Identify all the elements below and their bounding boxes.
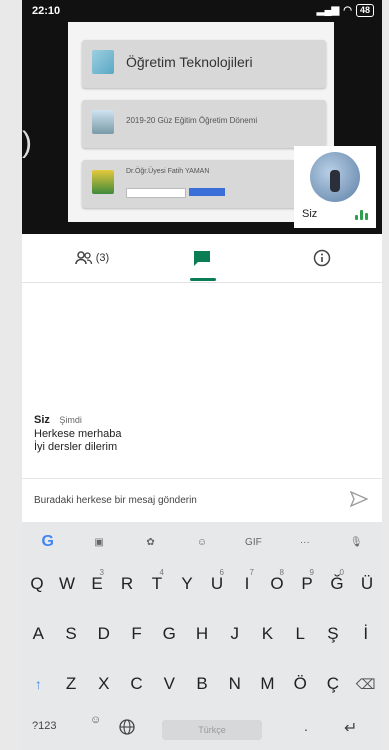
key[interactable]: T4 xyxy=(144,566,170,602)
globe-icon[interactable] xyxy=(118,718,136,736)
key[interactable]: Y xyxy=(174,566,200,602)
period-key[interactable]: . xyxy=(304,718,308,734)
chat-message: Siz Şimdi Herkese merhaba İyi dersler di… xyxy=(34,410,121,454)
key[interactable]: L xyxy=(286,616,315,652)
key[interactable]: C xyxy=(122,666,151,702)
key[interactable]: A xyxy=(24,616,53,652)
key[interactable]: U6 xyxy=(204,566,230,602)
message-composer xyxy=(22,478,382,519)
key[interactable]: F xyxy=(122,616,151,652)
self-video-tile[interactable]: Siz xyxy=(294,146,376,228)
key[interactable]: Z xyxy=(57,666,86,702)
key[interactable]: M xyxy=(253,666,282,702)
key[interactable]: X xyxy=(89,666,118,702)
slide-card-1: Öğretim Teknolojileri xyxy=(82,40,326,88)
message-input[interactable] xyxy=(32,489,336,511)
status-bar: 22:10 ▂▄▆ ◠ 48 xyxy=(22,0,382,22)
soft-keyboard: G ▣ ✿ ☺ GIF ··· 🎙 Q W E3 R T4 Y U6 I7 O8… xyxy=(22,522,382,750)
people-icon xyxy=(75,251,92,265)
slide-input xyxy=(126,188,186,198)
more-options-icon[interactable]: ··· xyxy=(291,537,319,548)
slide-card-label: Öğretim Teknolojileri xyxy=(126,54,253,70)
status-time: 22:10 xyxy=(32,5,61,17)
key[interactable]: Q xyxy=(24,566,50,602)
key-row-2: A S D F G H J K L Ş İ xyxy=(22,616,382,652)
key[interactable]: W xyxy=(54,566,80,602)
space-key[interactable]: Türkçe xyxy=(162,720,262,740)
wifi-icon: ◠ xyxy=(343,5,352,16)
backspace-icon[interactable]: ⌫ xyxy=(351,666,380,702)
key[interactable]: Ç xyxy=(319,666,348,702)
slide-card-label: 2019-20 Güz Eğitim Öğretim Dönemi xyxy=(126,116,258,125)
google-icon[interactable]: G xyxy=(34,533,62,551)
message-line: İyi dersler dilerim xyxy=(34,441,118,453)
key[interactable]: G xyxy=(155,616,184,652)
shift-icon[interactable]: ↑ xyxy=(24,666,53,702)
mic-icon[interactable]: 🎙 xyxy=(342,537,370,548)
slide-button xyxy=(189,188,225,196)
key[interactable]: N xyxy=(220,666,249,702)
enter-icon[interactable]: ↵ xyxy=(344,718,357,738)
message-time: Şimdi xyxy=(59,415,82,425)
key[interactable]: E3 xyxy=(84,566,110,602)
key[interactable]: P9 xyxy=(294,566,320,602)
key-row-bottom: ?123 ☺ Türkçe . ↵ xyxy=(22,714,382,750)
key[interactable]: J xyxy=(220,616,249,652)
presentation-view: 22:10 ▂▄▆ ◠ 48 ) Öğretim Teknolojileri 2… xyxy=(22,0,382,234)
key[interactable]: K xyxy=(253,616,282,652)
active-tab-indicator xyxy=(190,278,216,281)
palette-icon[interactable]: ✿ xyxy=(137,537,165,548)
key-row-3: ↑ Z X C V B N M Ö Ç ⌫ xyxy=(22,666,382,702)
key[interactable]: V xyxy=(155,666,184,702)
message-sender: Siz xyxy=(34,414,50,426)
info-icon xyxy=(313,249,331,267)
chat-panel: Siz Şimdi Herkese merhaba İyi dersler di… xyxy=(22,283,382,473)
send-icon[interactable] xyxy=(350,491,368,507)
gif-button[interactable]: GIF xyxy=(239,537,267,548)
key[interactable]: R xyxy=(114,566,140,602)
key[interactable]: D xyxy=(89,616,118,652)
battery-indicator: 48 xyxy=(355,4,374,17)
avatar xyxy=(310,152,360,202)
key[interactable]: Ü xyxy=(354,566,380,602)
key[interactable]: H xyxy=(188,616,217,652)
participant-count: (3) xyxy=(95,252,110,264)
key[interactable]: Ş xyxy=(319,616,348,652)
key[interactable]: Ğ0 xyxy=(324,566,350,602)
tab-chat[interactable] xyxy=(152,234,252,282)
chat-icon xyxy=(194,251,210,266)
key[interactable]: S xyxy=(57,616,86,652)
key[interactable]: B xyxy=(188,666,217,702)
slide-card-2: 2019-20 Güz Eğitim Öğretim Dönemi xyxy=(82,100,326,148)
course-logo-icon xyxy=(92,50,114,74)
profile-image-icon xyxy=(92,170,114,194)
key-row-1: Q W E3 R T4 Y U6 I7 O8 P9 Ğ0 Ü xyxy=(22,566,382,602)
key[interactable]: İ xyxy=(351,616,380,652)
tab-bar: (3) xyxy=(22,234,382,283)
slide-card-3: Dr.Öğr.Üyesi Fatih YAMAN xyxy=(82,160,326,208)
emoji-key-icon[interactable]: ☺ xyxy=(90,714,101,726)
key[interactable]: Ö xyxy=(286,666,315,702)
audio-level-icon xyxy=(355,208,368,220)
message-line: Herkese merhaba xyxy=(34,428,122,440)
tab-people[interactable]: (3) xyxy=(42,234,142,282)
signal-icon: ▂▄▆ xyxy=(316,5,340,16)
self-name: Siz xyxy=(302,208,318,220)
keyboard-toolbar: G ▣ ✿ ☺ GIF ··· 🎙 xyxy=(22,522,382,562)
slide-card-label: Dr.Öğr.Üyesi Fatih YAMAN xyxy=(126,168,210,175)
phone-screen: 22:10 ▂▄▆ ◠ 48 ) Öğretim Teknolojileri 2… xyxy=(22,0,382,750)
sticker-icon[interactable]: ▣ xyxy=(85,537,113,548)
key[interactable]: I7 xyxy=(234,566,260,602)
chevron-left-icon[interactable]: ) xyxy=(22,128,32,158)
key[interactable]: O8 xyxy=(264,566,290,602)
building-icon xyxy=(92,110,114,134)
numbers-key[interactable]: ?123 xyxy=(32,720,56,732)
tab-info[interactable] xyxy=(272,234,372,282)
emoji-icon[interactable]: ☺ xyxy=(188,537,216,548)
